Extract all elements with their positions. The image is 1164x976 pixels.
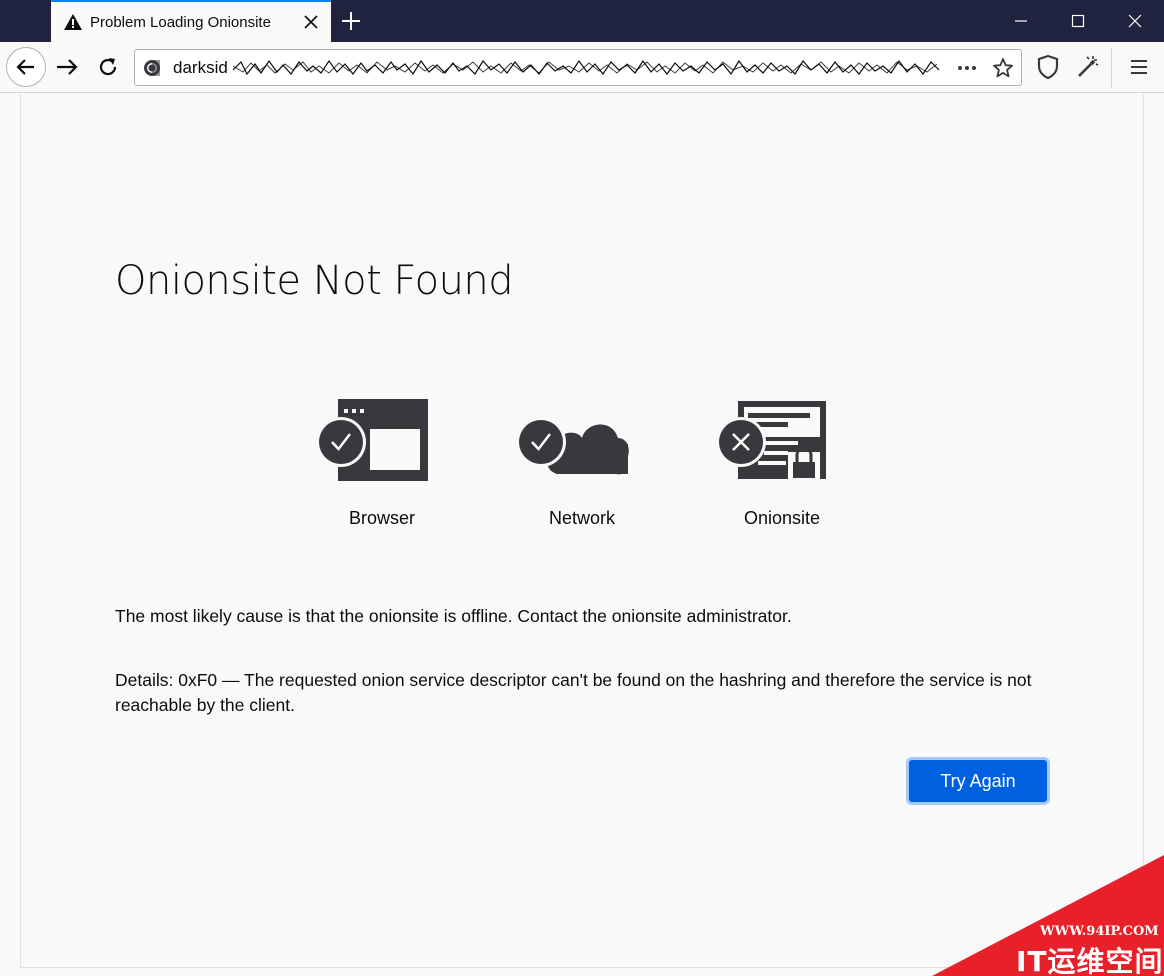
status-browser: Browser xyxy=(312,396,452,536)
status-network: Network xyxy=(512,396,652,536)
title-bar: Problem Loading Onionsite xyxy=(0,0,1164,42)
error-details: Details: 0xF0 — The requested onion serv… xyxy=(115,670,1032,715)
status-label-browser: Browser xyxy=(348,508,415,528)
new-tab-icon[interactable] xyxy=(340,10,362,32)
maximize-icon[interactable] xyxy=(1063,8,1093,34)
status-label-onionsite: Onionsite xyxy=(743,508,821,528)
browser-window-icon xyxy=(316,399,428,481)
tab-close-icon[interactable] xyxy=(301,12,321,32)
redacted-url-scribble xyxy=(233,59,940,76)
try-again-button[interactable]: Try Again xyxy=(909,760,1047,802)
url-text: darksid xyxy=(173,58,228,77)
onionsite-lock-icon xyxy=(716,401,826,482)
url-bar[interactable]: darksid xyxy=(134,49,1022,86)
status-label-network: Network xyxy=(548,508,615,528)
minimize-icon[interactable] xyxy=(1006,8,1036,34)
navigation-bar: darksid xyxy=(0,42,1164,93)
magic-wand-icon[interactable] xyxy=(1073,52,1103,82)
warning-icon xyxy=(64,14,82,30)
error-description: The most likely cause is that the onions… xyxy=(115,606,792,626)
toolbar-separator xyxy=(1111,48,1112,88)
back-button[interactable] xyxy=(6,47,46,87)
watermark-url: WWW.94IP.COM xyxy=(1040,924,1159,939)
forward-arrow-icon[interactable] xyxy=(52,52,82,82)
watermark-brand: IT运维空间 xyxy=(1016,945,1164,976)
reload-icon[interactable] xyxy=(93,52,123,82)
tab-title: Problem Loading Onionsite xyxy=(90,14,271,31)
shield-icon[interactable] xyxy=(1033,52,1063,82)
bookmark-star-icon[interactable] xyxy=(991,56,1015,80)
status-onionsite: Onionsite xyxy=(712,396,852,536)
cloud-icon xyxy=(516,417,629,475)
hamburger-menu-icon[interactable] xyxy=(1124,52,1154,82)
close-window-icon[interactable] xyxy=(1120,8,1150,34)
page-actions-icon[interactable] xyxy=(955,58,979,78)
active-tab[interactable]: Problem Loading Onionsite xyxy=(51,0,331,42)
page-title: Onionsite Not Found xyxy=(115,258,514,304)
back-arrow-icon xyxy=(16,59,34,75)
onion-icon xyxy=(144,60,160,76)
